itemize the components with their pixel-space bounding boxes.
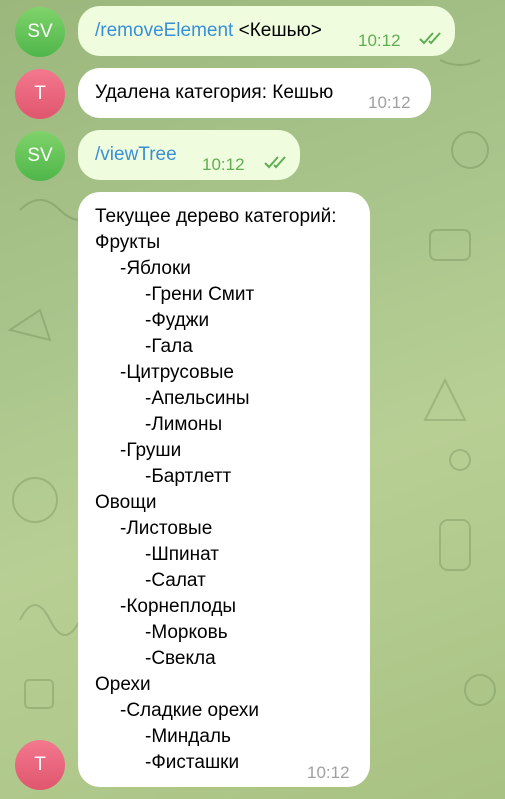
avatar-initials: T (34, 83, 46, 104)
avatar-t[interactable]: T (15, 740, 65, 790)
double-check-icon (419, 32, 441, 45)
tree-title: Текущее дерево категорий: (95, 206, 337, 227)
avatar-initials: SV (27, 21, 53, 42)
avatar-sv[interactable]: SV (15, 131, 65, 181)
tree-node: -Корнеплоды (120, 596, 237, 617)
message-time: 10:12 (368, 93, 411, 112)
avatar-sv[interactable]: SV (15, 7, 65, 57)
tree-node: -Грени Смит (145, 284, 255, 305)
tree-node: -Груши (120, 440, 182, 461)
message-bubble-outgoing[interactable]: /viewTree 10:12 (78, 130, 300, 180)
command-link[interactable]: /removeElement (95, 20, 233, 41)
tree-node: -Салат (145, 570, 206, 591)
tree-node: -Листовые (120, 518, 213, 539)
tree-node: -Бартлетт (145, 466, 232, 487)
message-text: /removeElement <Кешью> (95, 18, 322, 44)
message-bubble-incoming[interactable]: Текущее дерево категорий: Фрукты -Яблоки… (78, 192, 370, 787)
tree-node: -Цитрусовые (120, 362, 234, 383)
tree-node: -Гала (145, 336, 193, 357)
tree-node: -Шпинат (145, 544, 219, 565)
tree-node: -Лимоны (145, 414, 223, 435)
tree-node: Овощи (95, 492, 157, 513)
category-tree: Текущее дерево категорий: Фрукты -Яблоки… (95, 204, 337, 776)
message-bubble-incoming[interactable]: Удалена категория: Кешью 10:12 (78, 68, 431, 118)
tree-node: -Миндаль (145, 726, 231, 747)
tree-node: -Апельсины (145, 388, 250, 409)
tree-node: -Свекла (145, 648, 216, 669)
avatar-t[interactable]: T (15, 69, 65, 119)
message-bubble-outgoing[interactable]: /removeElement <Кешью> 10:12 (78, 6, 455, 56)
avatar-initials: SV (27, 145, 53, 166)
command-link[interactable]: /viewTree (95, 142, 177, 168)
message-time: 10:12 (202, 155, 245, 174)
double-check-icon (264, 156, 286, 169)
tree-node: -Фисташки (145, 752, 240, 773)
command-argument: <Кешью> (233, 20, 322, 41)
avatar-initials: T (34, 754, 46, 775)
tree-node: Орехи (95, 674, 151, 695)
tree-node: -Яблоки (120, 258, 191, 279)
tree-node: Фрукты (95, 232, 161, 253)
message-time: 10:12 (307, 763, 350, 782)
message-text: Удалена категория: Кешью (95, 82, 334, 103)
tree-node: -Сладкие орехи (120, 700, 259, 721)
tree-node: -Морковь (145, 622, 228, 643)
message-time: 10:12 (358, 31, 401, 50)
tree-node: -Фуджи (145, 310, 210, 331)
